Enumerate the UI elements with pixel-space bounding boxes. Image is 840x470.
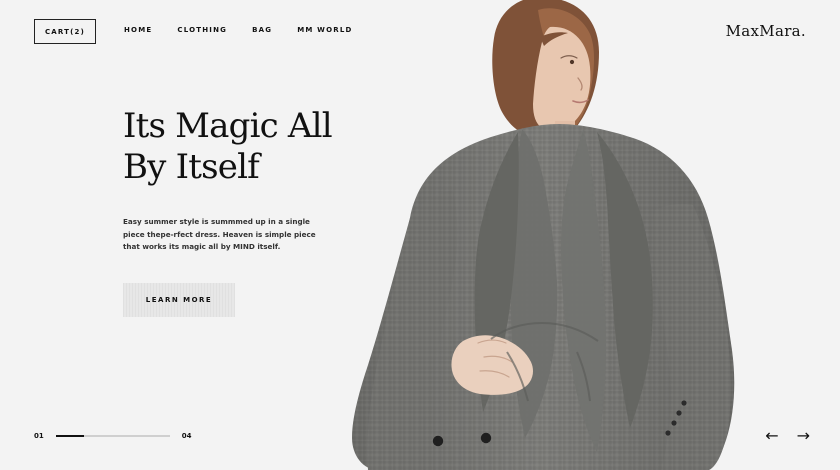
hero-title-line-2: By Itself (123, 147, 260, 187)
nav-bag[interactable]: BAG (252, 26, 272, 34)
hero-description: Easy summer style is summmed up in a sin… (123, 217, 316, 251)
nav-mm-world[interactable]: MM WORLD (297, 26, 352, 34)
total-slides-number: 04 (181, 432, 192, 440)
slide-pager: 01 04 (34, 432, 192, 440)
hero-section: Its Magic All By Itself Easy summer styl… (123, 106, 363, 317)
slide-progress-track[interactable] (55, 435, 170, 437)
fashion-model-image (352, 0, 735, 470)
slide-progress-fill (55, 435, 85, 437)
nav-home[interactable]: HOME (124, 26, 152, 34)
nav-clothing[interactable]: CLOTHING (177, 26, 227, 34)
arrow-right-icon[interactable]: → (797, 428, 810, 444)
slide-arrows: ← → (765, 428, 810, 444)
main-nav: HOME CLOTHING BAG MM WORLD (124, 26, 353, 34)
arrow-left-icon[interactable]: ← (765, 428, 778, 444)
hero-title-line-1: Its Magic All (123, 106, 333, 146)
cart-button[interactable]: CART(2) (34, 19, 96, 44)
current-slide-number: 01 (34, 432, 44, 440)
learn-more-button[interactable]: LEARN MORE (123, 282, 235, 317)
hero-title: Its Magic All By Itself (123, 106, 363, 188)
